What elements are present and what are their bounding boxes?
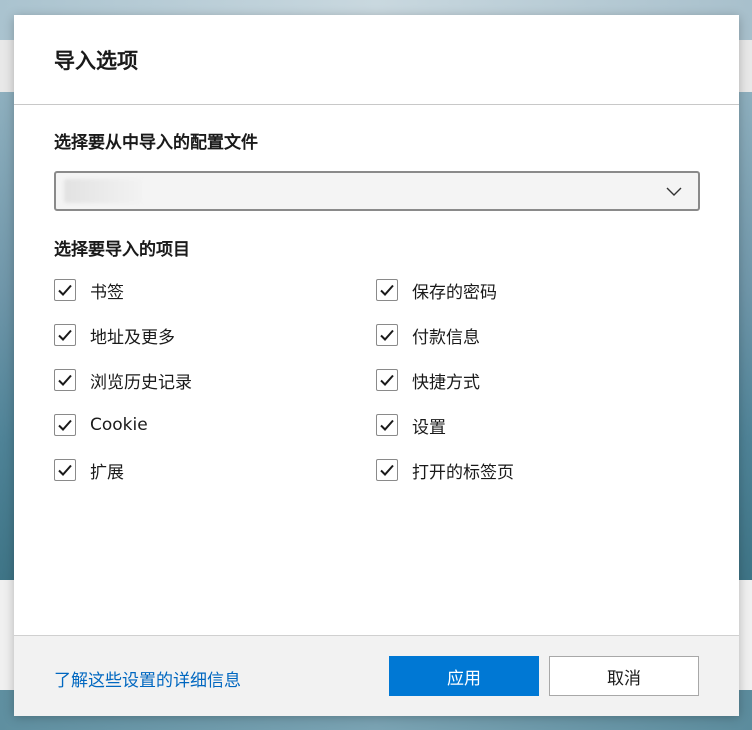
checkmark-icon [380,374,394,386]
chevron-down-icon [666,183,682,199]
checkbox-box[interactable] [376,459,398,481]
checkbox-shortcuts[interactable]: 快捷方式 [376,367,480,393]
checkbox-label: 付款信息 [412,327,480,348]
checkbox-label: 书签 [90,282,124,303]
checkmark-icon [380,329,394,341]
profile-select-value [64,179,142,203]
checkbox-saved-passwords[interactable]: 保存的密码 [376,277,497,303]
profile-select-dropdown[interactable] [54,171,700,211]
checkbox-label: 打开的标签页 [412,462,514,483]
items-section-label: 选择要导入的项目 [54,240,190,260]
dialog-footer: 了解这些设置的详细信息 应用 取消 [14,635,739,716]
checkbox-box[interactable] [376,414,398,436]
checkmark-icon [58,419,72,431]
checkmark-icon [58,284,72,296]
checkbox-bookmarks[interactable]: 书签 [54,277,124,303]
checkbox-label: 设置 [412,417,446,438]
checkbox-label: 地址及更多 [90,327,175,348]
checkbox-label: 浏览历史记录 [90,372,192,393]
checkbox-box[interactable] [376,279,398,301]
checkmark-icon [58,464,72,476]
checkbox-label: 扩展 [90,462,124,483]
checkbox-box[interactable] [54,279,76,301]
title-divider [14,104,739,105]
checkmark-icon [58,329,72,341]
checkbox-label: 保存的密码 [412,282,497,303]
checkbox-payment-info[interactable]: 付款信息 [376,322,480,348]
import-options-dialog: 导入选项 选择要从中导入的配置文件 选择要导入的项目 书签 地址及更多 浏览历史… [14,15,739,716]
checkbox-settings[interactable]: 设置 [376,412,446,438]
checkbox-browsing-history[interactable]: 浏览历史记录 [54,367,192,393]
checkbox-box[interactable] [54,324,76,346]
checkbox-addresses[interactable]: 地址及更多 [54,322,175,348]
checkmark-icon [380,464,394,476]
learn-more-link[interactable]: 了解这些设置的详细信息 [54,666,241,691]
cancel-button[interactable]: 取消 [549,656,699,696]
checkbox-open-tabs[interactable]: 打开的标签页 [376,457,514,483]
checkbox-box[interactable] [376,324,398,346]
checkmark-icon [380,419,394,431]
checkbox-cookies[interactable]: Cookie [54,412,148,438]
checkbox-label: 快捷方式 [412,372,480,393]
checkbox-box[interactable] [54,369,76,391]
checkbox-extensions[interactable]: 扩展 [54,457,124,483]
checkmark-icon [58,374,72,386]
checkbox-box[interactable] [54,459,76,481]
checkmark-icon [380,284,394,296]
profile-section-label: 选择要从中导入的配置文件 [54,133,258,153]
checkbox-box[interactable] [54,414,76,436]
checkbox-box[interactable] [376,369,398,391]
apply-button[interactable]: 应用 [389,656,539,696]
dialog-title: 导入选项 [54,49,138,73]
checkbox-label: Cookie [90,415,148,435]
